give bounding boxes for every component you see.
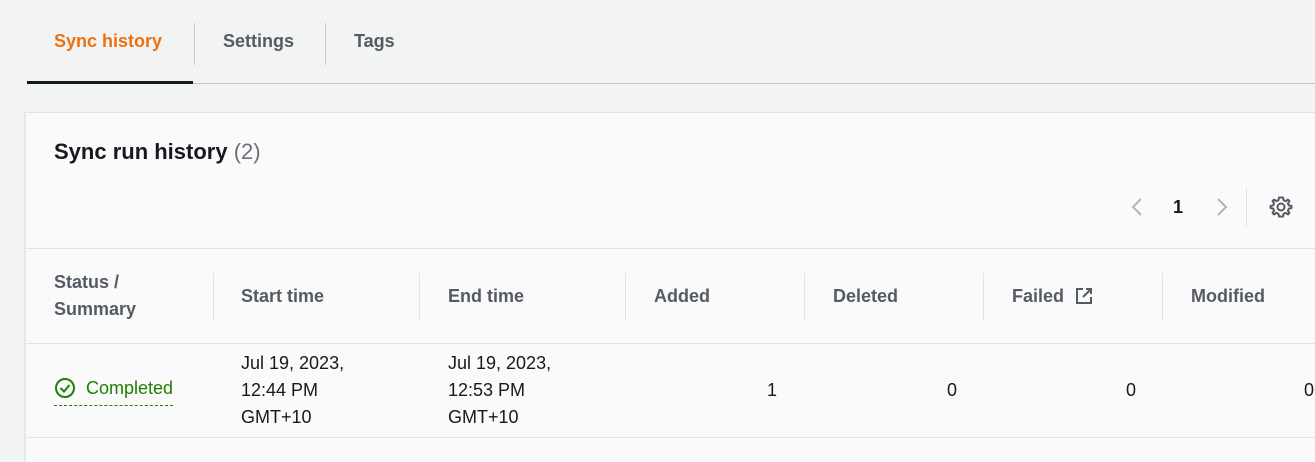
added-cell: 1: [766, 379, 777, 400]
end-time-line3: GMT+10: [448, 406, 519, 427]
column-divider: [983, 273, 984, 321]
end-time-line1: Jul 19, 2023,: [448, 352, 552, 373]
check-circle-icon: [55, 378, 75, 398]
panel-title-text: Sync run history: [54, 139, 228, 164]
tab-tags[interactable]: Tags: [354, 0, 395, 83]
column-header-added[interactable]: Added: [654, 249, 710, 343]
start-time-cell: Jul 19, 2023, 12:44 PM GMT+10: [241, 343, 344, 437]
table-row: Completed Jul 19, 2023, 12:44 PM GMT+10 …: [26, 343, 1315, 438]
pager-divider: [1246, 187, 1247, 227]
status-cell: Completed: [54, 343, 174, 437]
column-divider: [419, 273, 420, 321]
start-time-line3: GMT+10: [241, 406, 312, 427]
column-divider: [213, 273, 214, 321]
column-divider: [625, 273, 626, 321]
end-time-line2: 12:53 PM: [448, 379, 526, 400]
sync-history-table: Status / Summary Start time End time Add…: [26, 248, 1315, 438]
panel-count: (2): [233, 139, 261, 164]
column-header-status-line1: Status /: [54, 272, 120, 292]
external-link-icon[interactable]: [1074, 286, 1094, 306]
active-tab-indicator: [27, 81, 193, 84]
column-divider: [804, 273, 805, 321]
status-text: Completed: [86, 377, 174, 398]
column-header-start-time[interactable]: Start time: [241, 249, 324, 343]
column-header-modified[interactable]: Modified: [1191, 249, 1265, 343]
column-header-deleted[interactable]: Deleted: [833, 249, 898, 343]
tab-sync-history[interactable]: Sync history: [54, 0, 162, 83]
tab-divider: [325, 23, 326, 65]
chevron-right-icon: [1217, 198, 1228, 216]
start-time-line2: 12:44 PM: [241, 379, 319, 400]
panel-title: Sync run history (2): [54, 139, 261, 165]
previous-page-button[interactable]: [1126, 191, 1150, 223]
column-header-status[interactable]: Status / Summary: [54, 249, 136, 343]
chevron-left-icon: [1131, 198, 1142, 216]
sync-run-history-panel: Sync run history (2) 1 Status / Summary: [24, 112, 1315, 462]
column-header-failed[interactable]: Failed: [1012, 249, 1094, 343]
gear-icon: [1269, 196, 1293, 218]
tab-bar: Sync history Settings Tags: [27, 0, 1315, 84]
column-header-failed-label: Failed: [1012, 285, 1065, 306]
tab-settings[interactable]: Settings: [223, 0, 294, 83]
preferences-button[interactable]: [1269, 195, 1293, 219]
start-time-line1: Jul 19, 2023,: [241, 352, 345, 373]
end-time-cell: Jul 19, 2023, 12:53 PM GMT+10: [448, 343, 551, 437]
status-completed-link[interactable]: Completed: [54, 375, 174, 406]
deleted-cell: 0: [946, 379, 957, 400]
column-divider: [1162, 273, 1163, 321]
next-page-button[interactable]: [1209, 191, 1233, 223]
column-header-status-line2: Summary: [54, 299, 137, 319]
table-header: Status / Summary Start time End time Add…: [26, 248, 1315, 344]
column-header-end-time[interactable]: End time: [448, 249, 524, 343]
tab-divider: [194, 23, 195, 65]
page-number-button[interactable]: 1: [1173, 191, 1183, 223]
failed-cell: 0: [1125, 379, 1136, 400]
modified-cell: 0: [1303, 379, 1314, 400]
